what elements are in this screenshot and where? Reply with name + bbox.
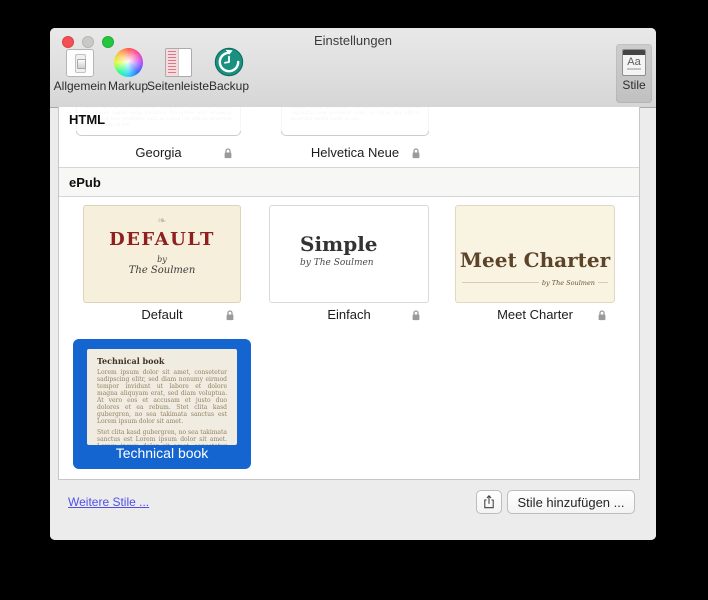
time-machine-icon: [214, 45, 244, 77]
style-name-meet-charter: Meet Charter: [497, 307, 573, 322]
lock-icon: [226, 310, 234, 321]
section-label: ePub: [69, 175, 101, 190]
lock-icon: [224, 148, 232, 159]
style-card-meet-charter[interactable]: Meet Charter by The Soulmen: [455, 205, 615, 303]
window-chrome: Einstellungen Allgemein Markup Seitenlei…: [50, 28, 656, 108]
toolbar-item-stile-selected[interactable]: Aa Stile: [616, 44, 652, 103]
lock-icon: [412, 148, 420, 159]
style-card-technical-book-selected[interactable]: Technical book Lorem ipsum dolor sit ame…: [73, 339, 251, 469]
preview-title: Simple: [300, 232, 378, 256]
preview-title: Technical book: [97, 356, 165, 366]
preview-byline: by The Soulmen: [300, 258, 374, 268]
styles-scroll-area[interactable]: dolor in reprehenderit in voluptate veli…: [58, 107, 640, 480]
lock-icon: [598, 310, 606, 321]
switch-icon: [66, 45, 94, 77]
section-header-html: HTML: [59, 107, 639, 131]
toolbar-item-label: Stile: [622, 78, 646, 92]
styles-aa-icon: Aa: [622, 49, 646, 76]
section-label: HTML: [69, 112, 106, 127]
share-button[interactable]: [476, 490, 502, 514]
style-card-default[interactable]: ❧ DEFAULT by The Soulmen: [83, 205, 241, 303]
preview-byline: by The Soulmen: [538, 279, 598, 287]
ornament-icon: ❧: [157, 214, 167, 227]
toolbar-item-label: Allgemein: [53, 79, 107, 93]
style-name-technical-book: Technical book: [115, 445, 209, 461]
aa-glyph: Aa: [627, 56, 641, 68]
style-card-einfach[interactable]: Simple by The Soulmen: [269, 205, 429, 303]
color-wheel-icon: [113, 45, 143, 77]
toolbar-item-allgemein[interactable]: Allgemein: [54, 45, 106, 93]
sidebar-icon: [164, 45, 192, 77]
section-header-epub: ePub: [59, 167, 639, 197]
preview-paragraph: Lorem ipsum dolor sit amet, consetetur s…: [97, 369, 227, 425]
more-styles-link[interactable]: Weitere Stile ...: [68, 495, 149, 509]
preview-title: DEFAULT: [109, 229, 215, 250]
preview-by: by: [157, 255, 167, 264]
style-name-georgia: Georgia: [135, 145, 182, 160]
preferences-window: Einstellungen Allgemein Markup Seitenlei…: [50, 28, 656, 540]
toolbar-item-seitenleiste[interactable]: Seitenleiste: [146, 45, 210, 93]
lock-icon: [412, 310, 420, 321]
toolbar-item-backup[interactable]: Backup: [206, 45, 252, 93]
share-icon: [484, 495, 494, 509]
style-name-default: Default: [141, 307, 183, 322]
style-name-helvetica-neue: Helvetica Neue: [310, 145, 400, 160]
toolbar-item-label: Backup: [208, 79, 250, 93]
preview-author: The Soulmen: [128, 265, 196, 276]
add-styles-button[interactable]: Stile hinzufügen ...: [507, 490, 635, 514]
style-name-einfach: Einfach: [327, 307, 371, 322]
preview-paragraph: Stet clita kasd gubergren, no sea takima…: [97, 429, 227, 445]
technical-book-preview: Technical book Lorem ipsum dolor sit ame…: [87, 349, 237, 445]
toolbar-item-markup[interactable]: Markup: [106, 45, 150, 93]
toolbar-item-label: Seitenleiste: [146, 79, 210, 93]
screenshot-canvas: Einstellungen Allgemein Markup Seitenlei…: [0, 0, 708, 600]
preview-title: Meet Charter: [459, 248, 611, 272]
toolbar-item-label: Markup: [107, 79, 148, 93]
